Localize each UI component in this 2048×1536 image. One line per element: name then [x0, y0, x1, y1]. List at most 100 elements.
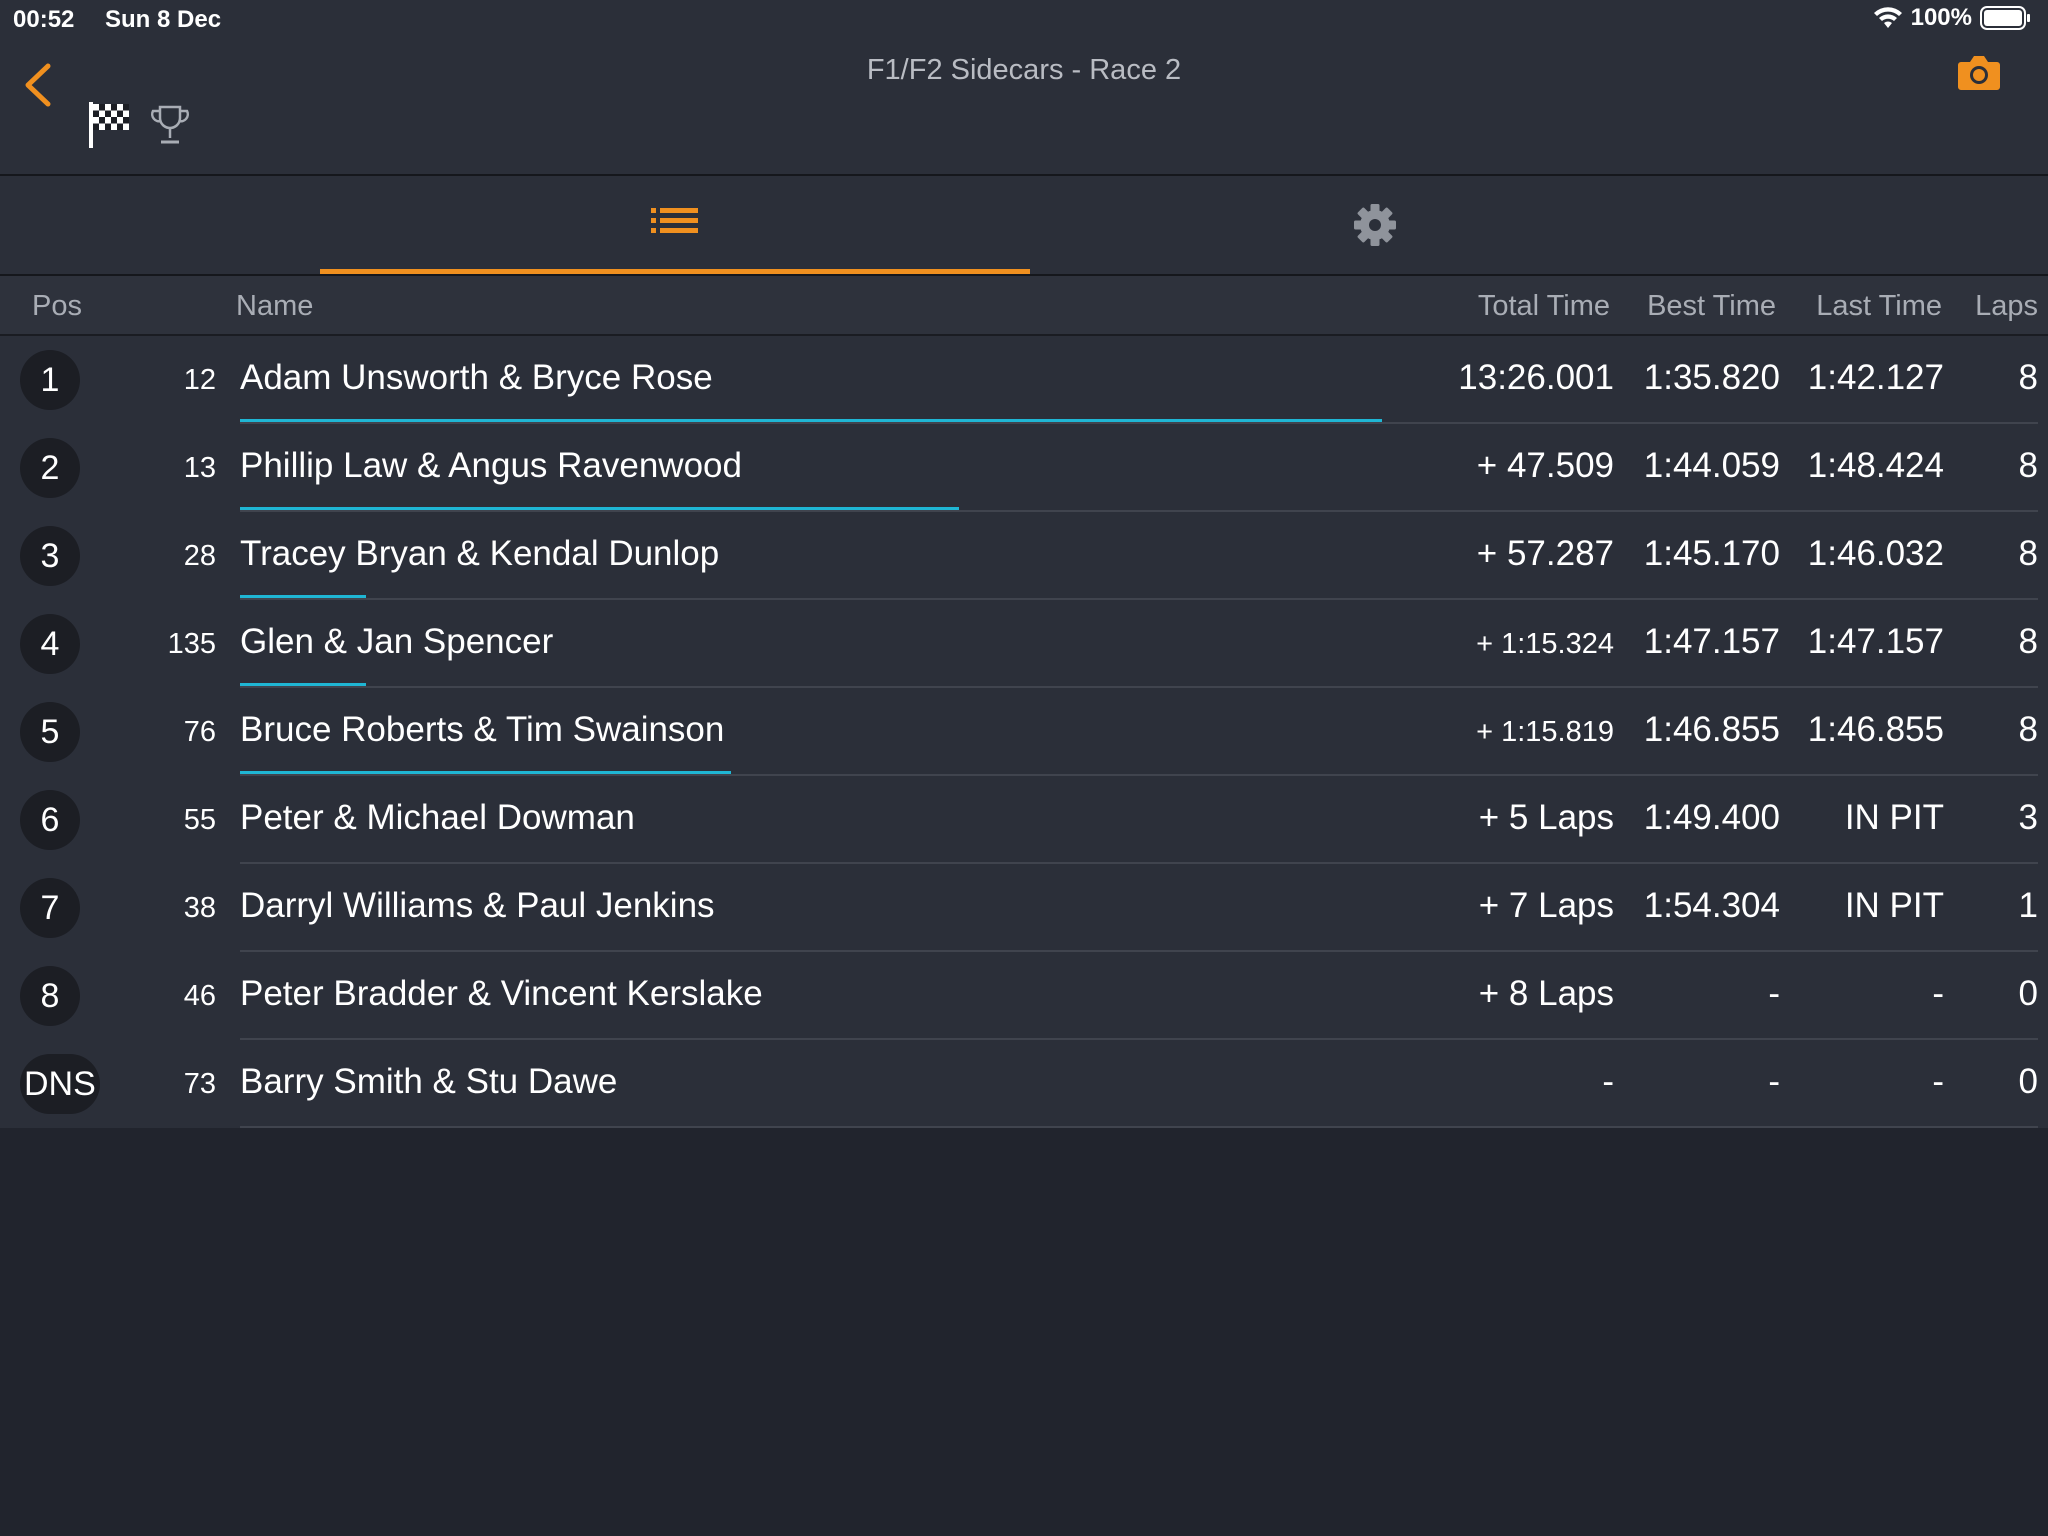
laps: 8	[2018, 622, 2038, 661]
checkered-flag-icon[interactable]	[87, 100, 131, 150]
table-row[interactable]: DNS 73 Barry Smith & Stu Dawe - - - 0	[0, 1040, 2048, 1128]
last-time: 1:48.424	[1807, 446, 1944, 485]
best-time: -	[1768, 1062, 1780, 1101]
laps: 0	[2018, 1062, 2038, 1101]
laps: 8	[2018, 358, 2038, 397]
results-column-header: Pos Name Total Time Best Time Last Time …	[0, 276, 2048, 336]
laps: 1	[2018, 886, 2038, 925]
list-icon	[651, 207, 698, 233]
position-badge: 1	[20, 350, 80, 410]
status-time: 00:52	[13, 6, 75, 33]
best-time: 1:44.059	[1643, 446, 1780, 485]
camera-icon	[1958, 56, 2000, 90]
total-time: + 47.509	[1476, 446, 1614, 485]
position-badge: 3	[20, 526, 80, 586]
table-row[interactable]: 2 13 Phillip Law & Angus Ravenwood + 47.…	[0, 424, 2048, 512]
progress-bar	[240, 683, 366, 686]
laps: 8	[2018, 534, 2038, 573]
competitor-name: Barry Smith & Stu Dawe	[240, 1062, 618, 1101]
status-indicators: 100%	[1873, 4, 2032, 32]
competitor-name: Tracey Bryan & Kendal Dunlop	[240, 534, 720, 573]
competitor-name: Peter & Michael Dowman	[240, 798, 635, 837]
position-badge: 2	[20, 438, 80, 498]
last-time: 1:47.157	[1807, 622, 1944, 661]
race-number: 76	[183, 716, 216, 748]
total-time: + 57.287	[1476, 534, 1614, 573]
total-time: + 5 Laps	[1478, 798, 1614, 837]
table-row[interactable]: 3 28 Tracey Bryan & Kendal Dunlop + 57.2…	[0, 512, 2048, 600]
race-number: 46	[183, 980, 216, 1012]
competitor-name: Glen & Jan Spencer	[240, 622, 554, 661]
table-row[interactable]: 5 76 Bruce Roberts & Tim Swainson + 1:15…	[0, 688, 2048, 776]
col-header-total-time[interactable]: Total Time	[1478, 290, 1610, 323]
top-bar: 00:52 Sun 8 Dec 100% F1/F2 Sidecars - Ra…	[0, 0, 2048, 176]
total-time: + 1:15.324	[1476, 628, 1614, 660]
last-time: -	[1932, 974, 1944, 1013]
battery-percentage: 100%	[1910, 4, 1972, 31]
last-time: 1:42.127	[1807, 358, 1944, 397]
progress-bar	[240, 771, 731, 774]
best-time: 1:45.170	[1643, 534, 1780, 573]
last-time: 1:46.032	[1807, 534, 1944, 573]
position-badge: 8	[20, 966, 80, 1026]
tab-settings[interactable]	[1030, 176, 1720, 274]
progress-bar	[240, 595, 366, 598]
race-number: 12	[183, 364, 216, 396]
table-row[interactable]: 1 12 Adam Unsworth & Bryce Rose 13:26.00…	[0, 336, 2048, 424]
table-row[interactable]: 4 135 Glen & Jan Spencer + 1:15.324 1:47…	[0, 600, 2048, 688]
best-time: 1:35.820	[1643, 358, 1780, 397]
best-time: 1:54.304	[1643, 886, 1780, 925]
laps: 8	[2018, 446, 2038, 485]
col-header-last-time[interactable]: Last Time	[1816, 290, 1942, 323]
race-number: 38	[183, 892, 216, 924]
best-time: 1:49.400	[1643, 798, 1780, 837]
total-time: + 7 Laps	[1478, 886, 1614, 925]
wifi-icon	[1873, 7, 1902, 28]
last-time: -	[1932, 1062, 1944, 1101]
race-number: 135	[167, 628, 216, 660]
col-header-pos[interactable]: Pos	[32, 290, 82, 323]
best-time: -	[1768, 974, 1780, 1013]
tab-bar	[0, 176, 2048, 276]
status-date: Sun 8 Dec	[105, 6, 222, 33]
progress-bar	[240, 419, 1382, 422]
last-time: IN PIT	[1844, 886, 1944, 925]
laps: 0	[2018, 974, 2038, 1013]
camera-button[interactable]	[1957, 52, 2001, 92]
best-time: 1:47.157	[1643, 622, 1780, 661]
page-title: F1/F2 Sidecars - Race 2	[866, 54, 1182, 86]
trophy-icon[interactable]	[150, 104, 190, 146]
table-row[interactable]: 7 38 Darryl Williams & Paul Jenkins + 7 …	[0, 864, 2048, 952]
col-header-name[interactable]: Name	[236, 290, 313, 323]
race-number: 55	[183, 804, 216, 836]
position-badge: 4	[20, 614, 80, 674]
competitor-name: Darryl Williams & Paul Jenkins	[240, 886, 715, 925]
total-time: + 1:15.819	[1476, 716, 1614, 748]
competitor-name: Adam Unsworth & Bryce Rose	[240, 358, 713, 397]
tab-results-list[interactable]	[320, 176, 1030, 274]
total-time: -	[1602, 1062, 1614, 1101]
position-badge: DNS	[20, 1054, 100, 1114]
laps: 3	[2018, 798, 2038, 837]
last-time: 1:46.855	[1807, 710, 1944, 749]
total-time: + 8 Laps	[1478, 974, 1614, 1013]
position-badge: 6	[20, 790, 80, 850]
best-time: 1:46.855	[1643, 710, 1780, 749]
progress-bar	[240, 507, 959, 510]
race-number: 13	[183, 452, 216, 484]
position-badge: 7	[20, 878, 80, 938]
table-row[interactable]: 6 55 Peter & Michael Dowman + 5 Laps 1:4…	[0, 776, 2048, 864]
total-time: 13:26.001	[1458, 358, 1614, 397]
competitor-name: Bruce Roberts & Tim Swainson	[240, 710, 725, 749]
row-divider	[240, 1126, 2038, 1128]
race-number: 73	[183, 1068, 216, 1100]
competitor-name: Phillip Law & Angus Ravenwood	[240, 446, 742, 485]
col-header-laps[interactable]: Laps	[1975, 290, 2038, 323]
last-time: IN PIT	[1844, 798, 1944, 837]
gear-icon	[1354, 204, 1396, 246]
table-row[interactable]: 8 46 Peter Bradder & Vincent Kerslake + …	[0, 952, 2048, 1040]
competitor-name: Peter Bradder & Vincent Kerslake	[240, 974, 763, 1013]
laps: 8	[2018, 710, 2038, 749]
position-badge: 5	[20, 702, 80, 762]
col-header-best-time[interactable]: Best Time	[1647, 290, 1776, 323]
